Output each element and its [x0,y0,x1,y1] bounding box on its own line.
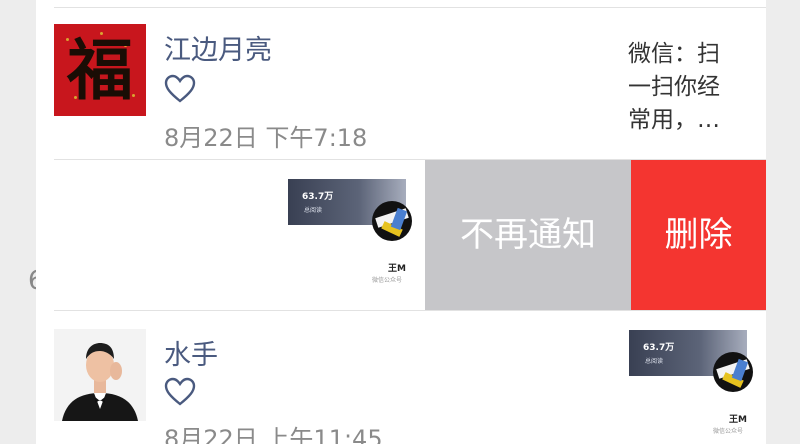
timestamp: 8月22日 下午7:18 [164,124,368,152]
contact-name: 江边月亮 [164,35,272,66]
thumbnail-stat: 63.7万 [302,192,334,202]
avatar[interactable] [54,329,146,421]
message-preview: 微信：扫一扫你经常用，… [628,41,720,133]
person-photo [54,329,146,421]
avatar[interactable]: 福 [54,24,146,116]
article-thumbnail[interactable]: 63.7万 总阅读 王M 微信公众号 [288,179,412,291]
account-avatar [372,201,412,241]
mute-notifications-button[interactable]: 不再通知 [425,160,631,310]
thumbnail-stat-label: 总阅读 [645,358,664,365]
heart-outline-icon[interactable] [164,74,196,104]
fu-calligraphy: 福 [67,31,133,109]
delete-button[interactable]: 删除 [631,160,766,310]
account-name: 王M [388,264,406,274]
account-type: 微信公众号 [713,428,744,435]
account-type: 微信公众号 [372,277,403,284]
thumbnail-stat: 63.7万 [643,343,675,353]
account-name: 王M [729,415,747,425]
heart-outline-icon[interactable] [164,377,196,407]
chat-row-1[interactable]: 福 江边月亮 8月22日 下午7:18 微信：扫一扫你经常用，… [36,8,766,159]
account-avatar [713,352,753,392]
contact-name: 水手 [164,340,218,371]
article-thumbnail[interactable]: 63.7万 总阅读 王M 微信公众号 [629,330,753,442]
chat-row-3[interactable]: 水手 8月22日 上午11:45 63.7万 总阅读 王M 微信公众号 [36,311,766,444]
thumbnail-stat-label: 总阅读 [304,207,323,214]
timestamp: 8月22日 上午11:45 [164,425,383,444]
chat-list-panel: 福 江边月亮 8月22日 下午7:18 微信：扫一扫你经常用，… 63.7万 总… [36,0,766,444]
